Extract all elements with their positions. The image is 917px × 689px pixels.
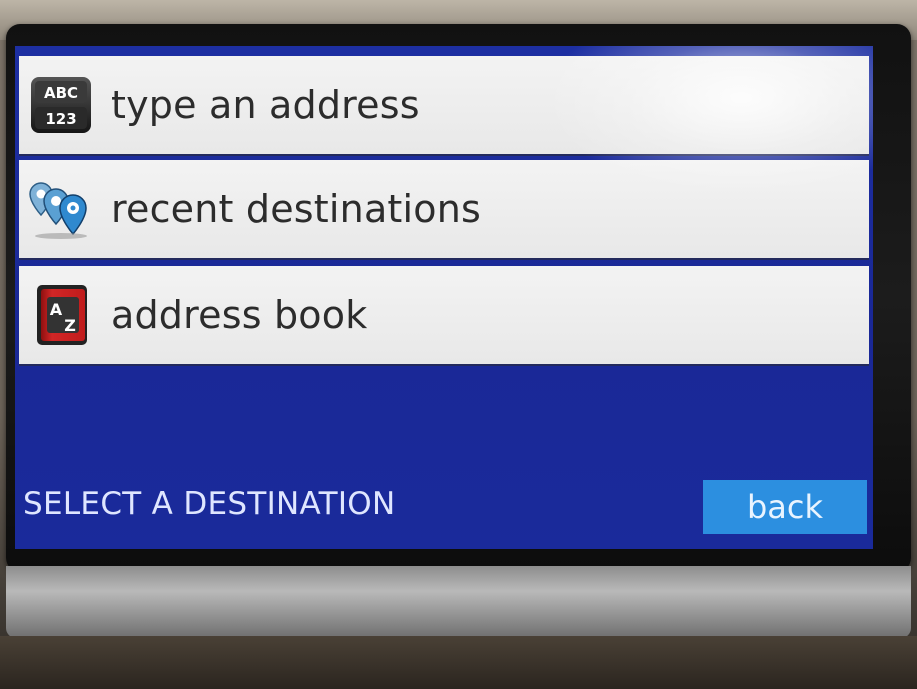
gps-screen: ABC 123 type an address recent destinati…	[15, 46, 873, 549]
icon-text-a: A	[50, 300, 63, 319]
device-frame-bottom	[6, 566, 911, 638]
icon-text-123: 123	[45, 110, 76, 128]
map-pins-icon	[29, 182, 87, 239]
screen-title: SELECT A DESTINATION	[23, 486, 396, 522]
menu-item-label: recent destinations	[111, 187, 482, 231]
background-surface	[0, 636, 917, 689]
back-button[interactable]: back	[703, 480, 867, 534]
menu-item-type-address[interactable]: ABC 123 type an address	[19, 56, 869, 156]
icon-text-z: Z	[64, 316, 76, 335]
abc-123-keyboard-icon: ABC 123	[31, 77, 91, 133]
address-book-a-z-icon: A Z	[37, 285, 87, 345]
menu-item-label: type an address	[111, 83, 420, 127]
menu-item-address-book[interactable]: A Z address book	[19, 266, 869, 366]
menu-item-recent-destinations[interactable]: recent destinations	[19, 160, 869, 260]
menu-item-label: address book	[111, 293, 368, 337]
icon-text-abc: ABC	[44, 84, 78, 102]
